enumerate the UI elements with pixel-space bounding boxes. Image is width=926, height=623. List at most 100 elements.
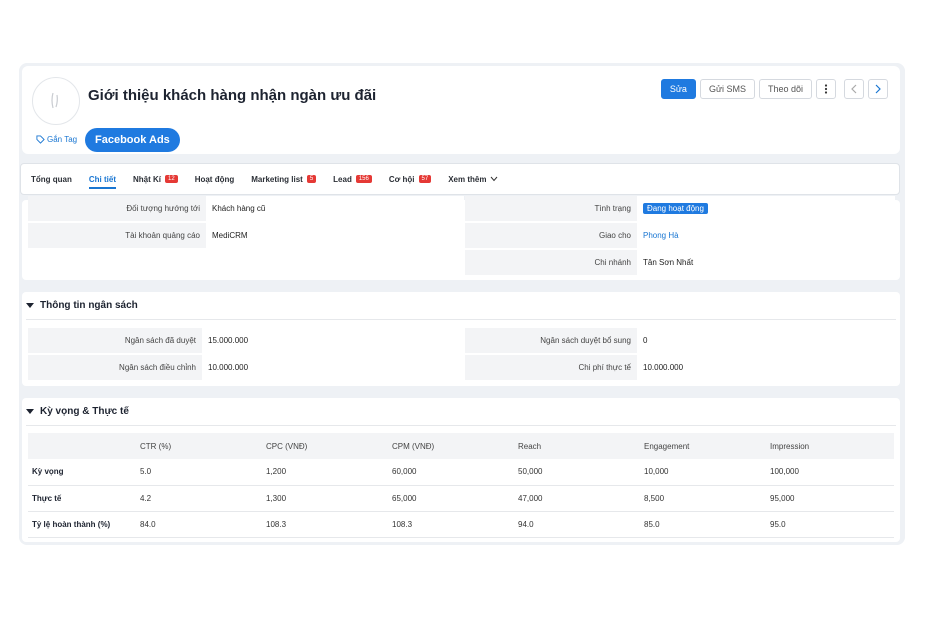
field-label: Tài khoản quảng cáo: [125, 231, 200, 240]
section-title: Thông tin ngân sách: [40, 300, 138, 311]
add-tag-link[interactable]: Gắn Tag: [36, 135, 77, 144]
table-header-row: CTR (%) CPC (VNĐ) CPM (VNĐ) Reach Engage…: [28, 433, 894, 459]
status-cell: Đang hoạt động: [637, 196, 895, 221]
tab-label: Lead: [333, 174, 352, 184]
page-title: Giới thiệu khách hàng nhận ngàn ưu đãi: [88, 87, 377, 104]
tab-bar: Tổng quan Chi tiết Nhật Kí 12 Hoạt động M…: [20, 163, 900, 195]
kpi-section-toggle[interactable]: Kỳ vọng & Thực tế: [26, 406, 129, 417]
table-cell: 50,000: [512, 459, 638, 486]
kpi-table: CTR (%) CPC (VNĐ) CPM (VNĐ) Reach Engage…: [28, 433, 894, 538]
table-cell: 1,200: [260, 459, 386, 486]
header-actions: Sửa Gửi SMS Theo dõi: [660, 79, 888, 99]
table-header-cell: CTR (%): [134, 433, 260, 459]
table-header-cell: CPC (VNĐ): [260, 433, 386, 459]
collapse-triangle-icon: [26, 409, 34, 414]
assignee-link[interactable]: Phong Hà: [637, 223, 895, 248]
table-cell: 84.0: [134, 511, 260, 538]
budget-section: Thông tin ngân sách Ngân sách đã duyệt 1…: [22, 292, 900, 386]
channel-pill: Facebook Ads: [85, 128, 180, 152]
budget-section-toggle[interactable]: Thông tin ngân sách: [26, 300, 138, 311]
tab-label: Hoạt động: [194, 174, 235, 184]
kebab-menu-icon: [824, 84, 828, 94]
field-row: Chi nhánh Tân Sơn Nhất: [465, 250, 895, 275]
table-cell: 8,500: [638, 485, 764, 512]
field-row: Đối tượng hướng tới Khách hàng cũ: [28, 196, 464, 221]
field-label: Ngân sách điều chỉnh: [119, 363, 196, 372]
table-row: Tỷ lệ hoàn thành (%) 84.0 108.3 108.3 94…: [28, 511, 894, 538]
tab-more[interactable]: Xem thêm: [448, 163, 498, 195]
table-cell: 10,000: [638, 459, 764, 486]
table-cell: 4.2: [134, 485, 260, 512]
table-cell: 1,300: [260, 485, 386, 512]
row-label: Tỷ lệ hoàn thành (%): [28, 511, 134, 538]
row-label: Thực tế: [28, 485, 134, 512]
table-header-cell: Engagement: [638, 433, 764, 459]
field-value: Tân Sơn Nhất: [637, 250, 895, 275]
table-header-cell: CPM (VNĐ): [386, 433, 512, 459]
field-row: Tài khoản quảng cáo MediCRM: [28, 223, 464, 248]
more-options-button[interactable]: [816, 79, 836, 99]
tab-details[interactable]: Chi tiết: [88, 163, 117, 195]
field-row: Tình trạng Đang hoạt động: [465, 196, 895, 221]
table-header-cell: [28, 433, 134, 459]
tab-activities[interactable]: Hoạt động: [195, 163, 235, 195]
follow-button[interactable]: Theo dõi: [758, 79, 812, 99]
tab-opportunities[interactable]: Cơ hội 57: [389, 163, 432, 195]
table-cell: 85.0: [638, 511, 764, 538]
tab-label: Marketing list: [251, 174, 303, 184]
table-cell: 95,000: [764, 485, 894, 512]
table-cell: 5.0: [134, 459, 260, 486]
field-label: Ngân sách duyệt bổ sung: [540, 336, 631, 345]
tab-marketing-list[interactable]: Marketing list 5: [251, 163, 317, 195]
section-title: Kỳ vọng & Thực tế: [40, 406, 129, 417]
edit-button[interactable]: Sửa: [660, 79, 696, 99]
field-label: Ngân sách đã duyệt: [124, 336, 196, 345]
field-row: Ngân sách duyệt bổ sung 0: [465, 328, 895, 353]
previous-record-button[interactable]: [844, 79, 864, 99]
table-cell: 94.0: [512, 511, 638, 538]
table-row: Thực tế 4.2 1,300 65,000 47,000 8,500 95…: [28, 485, 894, 512]
chevron-left-icon: [851, 84, 857, 94]
tab-journal[interactable]: Nhật Kí 12: [133, 163, 178, 195]
field-value: MediCRM: [206, 223, 464, 248]
table-cell: 95.0: [764, 511, 894, 538]
table-cell: 108.3: [386, 511, 512, 538]
field-label: Tình trạng: [594, 204, 631, 213]
record-header: Giới thiệu khách hàng nhận ngàn ưu đãi G…: [22, 66, 900, 154]
tag-icon: [36, 135, 45, 144]
table-header-cell: Impression: [764, 433, 894, 459]
table-cell: 100,000: [764, 459, 894, 486]
divider: [26, 425, 896, 426]
tab-label: Xem thêm: [448, 174, 487, 184]
count-badge: 57: [418, 175, 432, 183]
tab-label: Nhật Kí: [133, 174, 161, 184]
table-cell: 47,000: [512, 485, 638, 512]
send-sms-button[interactable]: Gửi SMS: [699, 79, 755, 99]
tab-label: Chi tiết: [88, 174, 116, 184]
field-value: 0: [637, 328, 895, 353]
phone-icon: [51, 92, 58, 109]
table-cell: 65,000: [386, 485, 512, 512]
row-label: Kỳ vọng: [28, 459, 134, 486]
field-row: Ngân sách đã duyệt 15.000.000: [28, 328, 464, 353]
field-label: Đối tượng hướng tới: [126, 204, 200, 213]
tab-lead[interactable]: Lead 156: [333, 163, 372, 195]
field-row: Ngân sách điều chỉnh 10.000.000: [28, 355, 464, 380]
count-badge: 12: [165, 175, 178, 183]
tab-overview[interactable]: Tổng quan: [31, 163, 72, 195]
next-record-button[interactable]: [868, 79, 888, 99]
table-row: Kỳ vọng 5.0 1,200 60,000 50,000 10,000 1…: [28, 459, 894, 486]
tab-label: Tổng quan: [31, 174, 72, 184]
field-value: 10.000.000: [637, 355, 895, 380]
divider: [26, 319, 896, 320]
detail-section: Đối tượng hướng tới Khách hàng cũ Tài kh…: [22, 196, 900, 280]
chevron-down-icon: [491, 176, 498, 182]
field-value: 10.000.000: [202, 355, 464, 380]
collapse-triangle-icon: [26, 303, 34, 308]
count-badge: 156: [355, 175, 372, 183]
count-badge: 5: [306, 175, 317, 183]
field-row: Giao cho Phong Hà: [465, 223, 895, 248]
field-label: Giao cho: [598, 231, 631, 240]
field-row: Chi phí thực tế 10.000.000: [465, 355, 895, 380]
avatar[interactable]: [32, 77, 80, 125]
